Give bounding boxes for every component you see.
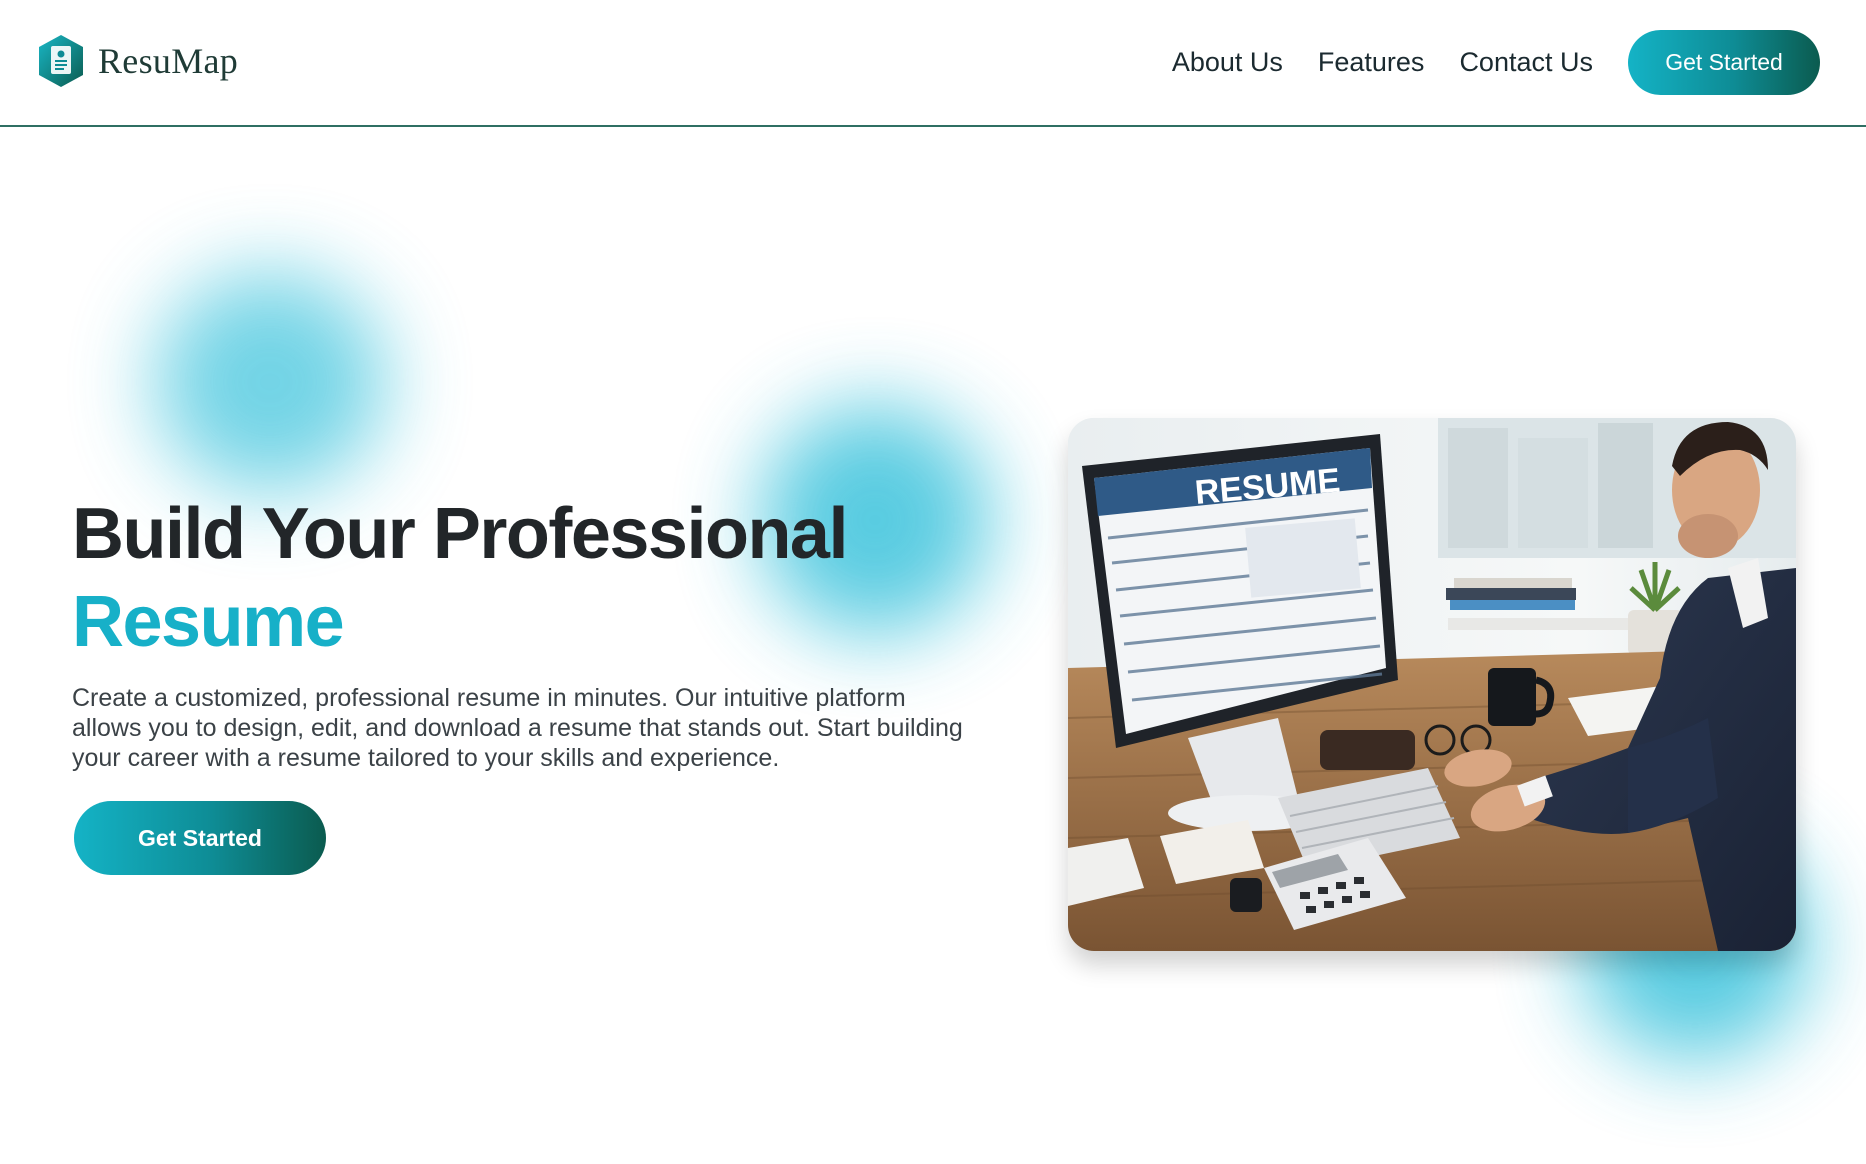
hero-description: Create a customized, professional resume… (72, 684, 963, 772)
hero-title-line-1: Build Your Professional (72, 494, 848, 574)
brand-logo[interactable]: ResuMap (36, 33, 238, 89)
hero-title-accent: Resume (72, 582, 345, 662)
nav-link-contact-us[interactable]: Contact Us (1459, 47, 1593, 78)
nav-link-about-us[interactable]: About Us (1172, 47, 1283, 78)
landing-page: ResuMap About Us Features Contact Us Get… (0, 0, 1866, 1164)
header-get-started-button[interactable]: Get Started (1628, 30, 1820, 95)
hero-title: Build Your Professional Resume (72, 490, 848, 666)
hero-image: RESUME (1068, 418, 1796, 951)
resumap-logo-icon (39, 35, 83, 87)
hero-get-started-button[interactable]: Get Started (74, 801, 326, 875)
nav-link-features[interactable]: Features (1318, 47, 1425, 78)
resume-desk-photo: RESUME (1068, 418, 1796, 951)
site-header: ResuMap About Us Features Contact Us Get… (0, 0, 1866, 127)
main-nav: About Us Features Contact Us Get Started (1172, 30, 1820, 95)
decorative-blob (155, 272, 385, 492)
brand-name: ResuMap (98, 41, 239, 81)
